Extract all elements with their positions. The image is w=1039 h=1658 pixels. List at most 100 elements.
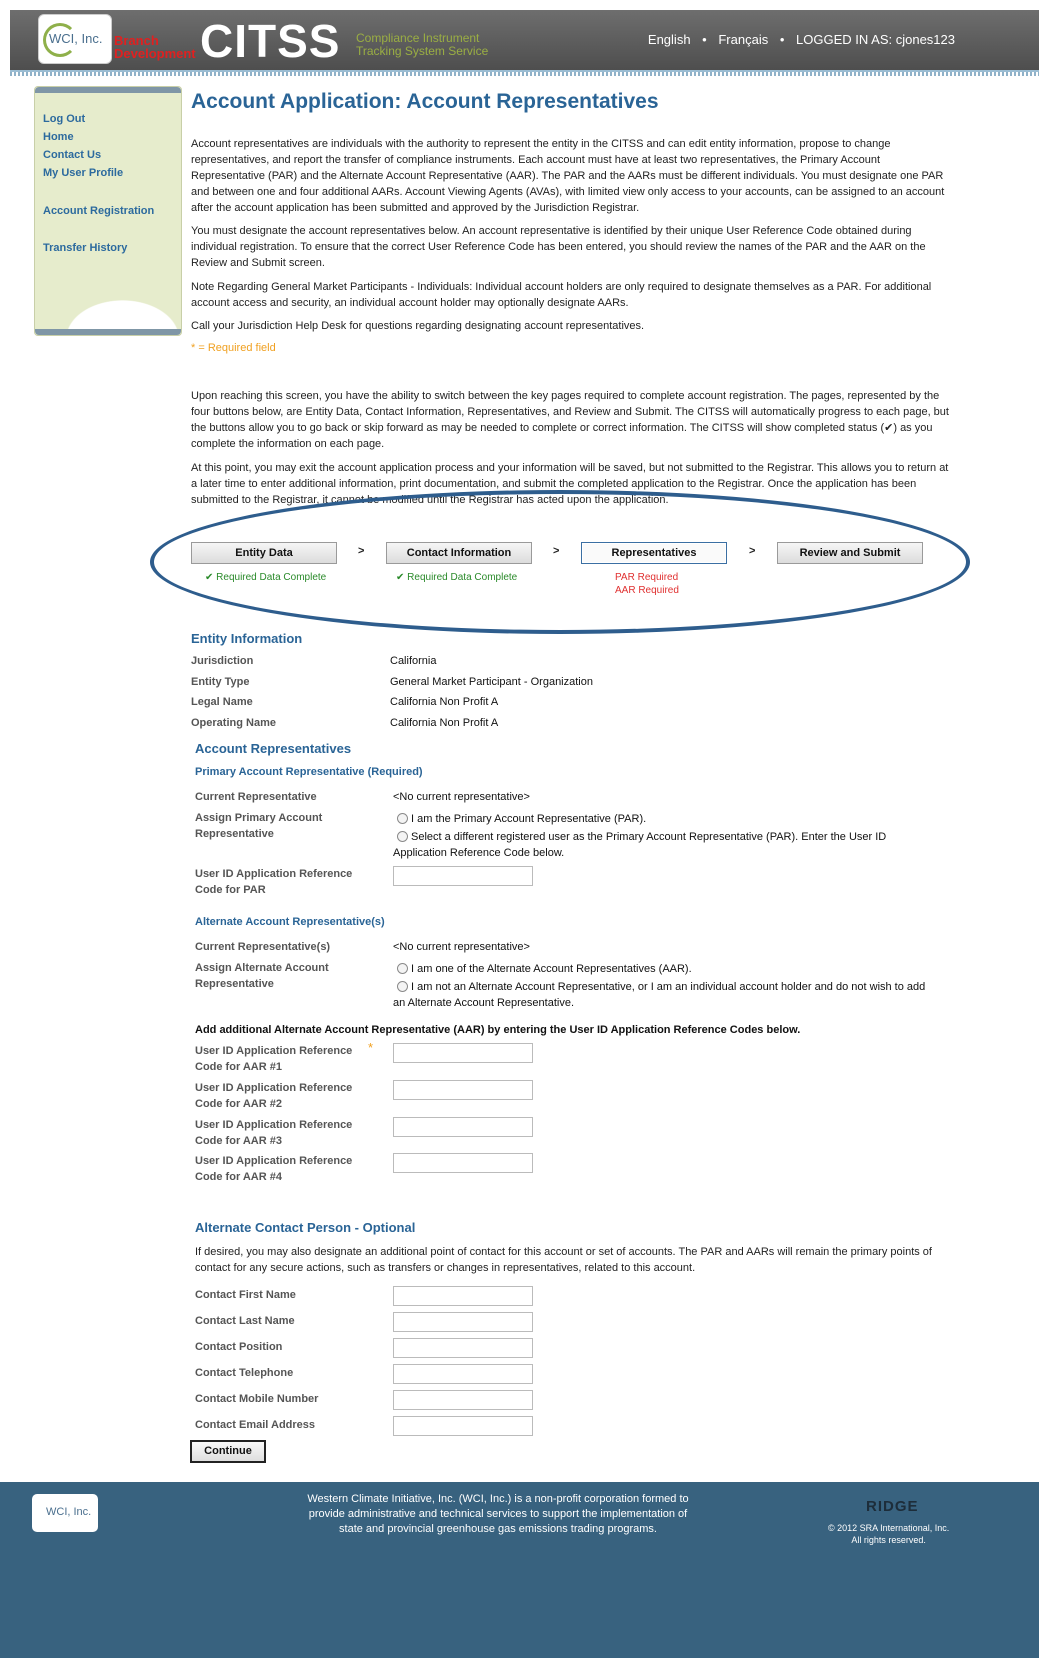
aar2-code-input[interactable] bbox=[393, 1080, 533, 1100]
footer-logo-text: WCI, Inc. bbox=[46, 1506, 92, 1518]
alt-contact-intro: If desired, you may also designate an ad… bbox=[195, 1246, 932, 1274]
step-entity-data-button[interactable]: Entity Data bbox=[191, 542, 337, 564]
intro-paragraph-4: Call your Jurisdiction Help Desk for que… bbox=[191, 320, 645, 332]
aar-current-label: Current Representative(s) bbox=[195, 941, 331, 953]
footer-description: Western Climate Initiative, Inc. (WCI, I… bbox=[307, 1493, 689, 1535]
contact-position-input[interactable] bbox=[393, 1338, 533, 1358]
contact-last-name-input[interactable] bbox=[393, 1312, 533, 1332]
entity-type-value: General Market Participant - Organizatio… bbox=[390, 676, 593, 688]
par-required-status: PAR Required bbox=[615, 572, 679, 583]
app-subtitle: Compliance Instrument Tracking System Se… bbox=[356, 32, 488, 58]
contact-info-status: ✔ Required Data Complete bbox=[396, 572, 518, 583]
sidebar-item-transfer-history[interactable]: Transfer History bbox=[43, 242, 127, 254]
footer: WCI, Inc. Western Climate Initiative, In… bbox=[0, 1482, 1039, 1658]
aar1-code-label: User ID Application Reference Code for A… bbox=[195, 1045, 353, 1073]
aar-self-radio[interactable] bbox=[397, 963, 408, 974]
app-name: CITSS bbox=[200, 15, 341, 67]
branch-label: Branch Development bbox=[114, 33, 196, 61]
sidebar-item-contact-us[interactable]: Contact Us bbox=[43, 149, 101, 161]
par-heading: Primary Account Representative (Required… bbox=[195, 766, 423, 778]
contact-telephone-input[interactable] bbox=[393, 1364, 533, 1384]
contact-position-label: Contact Position bbox=[195, 1341, 283, 1353]
footer-copyright: © 2012 SRA International, Inc. All right… bbox=[828, 1522, 949, 1546]
intro-paragraph-1: Account representatives are individuals … bbox=[191, 138, 945, 214]
intro-paragraph-3: Note Regarding General Market Participan… bbox=[191, 281, 932, 309]
account-reps-heading: Account Representatives bbox=[195, 741, 352, 756]
top-links: English • Français • LOGGED IN AS: cjone… bbox=[644, 32, 959, 47]
aar2-code-label: User ID Application Reference Code for A… bbox=[195, 1082, 353, 1110]
legal-name-label: Legal Name bbox=[191, 696, 253, 708]
step-arrow: > bbox=[749, 545, 756, 557]
copyright-line-2: All rights reserved. bbox=[851, 1535, 926, 1545]
separator-dot: • bbox=[779, 32, 785, 47]
aar-none-option-label: I am not an Alternate Account Representa… bbox=[393, 981, 926, 1009]
aar4-code-label: User ID Application Reference Code for A… bbox=[195, 1155, 353, 1183]
contact-email-input[interactable] bbox=[393, 1416, 533, 1436]
par-current-value: <No current representative> bbox=[393, 791, 530, 803]
app-subtitle-line2: Tracking System Service bbox=[356, 44, 489, 58]
contact-email-label: Contact Email Address bbox=[195, 1419, 316, 1431]
par-self-option-label: I am the Primary Account Representative … bbox=[411, 813, 647, 825]
intro-paragraph-2: You must designate the account represent… bbox=[191, 225, 926, 269]
contact-mobile-input[interactable] bbox=[393, 1390, 533, 1410]
sidebar-item-account-registration[interactable]: Account Registration bbox=[43, 205, 154, 217]
aar3-code-input[interactable] bbox=[393, 1117, 533, 1137]
par-self-radio[interactable] bbox=[397, 813, 408, 824]
sidebar-item-my-user-profile[interactable]: My User Profile bbox=[43, 167, 123, 179]
aar-self-option-label: I am one of the Alternate Account Repres… bbox=[411, 963, 692, 975]
sidebar-wave-decoration bbox=[35, 279, 181, 329]
continue-button[interactable]: Continue bbox=[190, 1440, 266, 1463]
par-other-option-label: Select a different registered user as th… bbox=[393, 831, 887, 859]
sidebar-top-bar bbox=[35, 87, 181, 93]
required-star: * bbox=[368, 1040, 374, 1055]
aar-add-instructions: Add additional Alternate Account Represe… bbox=[195, 1024, 801, 1036]
navigation-paragraph-1: Upon reaching this screen, you have the … bbox=[191, 390, 949, 450]
contact-first-name-label: Contact First Name bbox=[195, 1289, 296, 1301]
separator-dot: • bbox=[702, 32, 707, 47]
operating-name-value: California Non Profit A bbox=[390, 717, 499, 729]
sidebar-item-home[interactable]: Home bbox=[43, 131, 74, 143]
aar1-code-input[interactable] bbox=[393, 1043, 533, 1063]
step-arrow: > bbox=[553, 545, 560, 557]
entity-info-heading: Entity Information bbox=[191, 631, 303, 646]
sidebar: Log Out Home Contact Us My User Profile … bbox=[34, 86, 182, 336]
page-title: Account Application: Account Representat… bbox=[191, 90, 659, 113]
contact-mobile-label: Contact Mobile Number bbox=[195, 1393, 319, 1405]
copyright-line-1: © 2012 SRA International, Inc. bbox=[828, 1523, 950, 1533]
alt-contact-heading: Alternate Contact Person - Optional bbox=[195, 1220, 416, 1235]
aar3-code-label: User ID Application Reference Code for A… bbox=[195, 1119, 353, 1147]
aar-current-value: <No current representative> bbox=[393, 941, 530, 953]
entity-type-label: Entity Type bbox=[191, 676, 250, 688]
contact-telephone-label: Contact Telephone bbox=[195, 1367, 294, 1379]
required-field-note: * = Required field bbox=[191, 342, 276, 354]
step-arrow: > bbox=[358, 545, 365, 557]
aar-heading: Alternate Account Representative(s) bbox=[195, 916, 385, 928]
contact-first-name-input[interactable] bbox=[393, 1286, 533, 1306]
aar4-code-input[interactable] bbox=[393, 1153, 533, 1173]
step-representatives-button[interactable]: Representatives bbox=[581, 542, 727, 564]
lang-english-link[interactable]: English bbox=[648, 32, 691, 47]
contact-last-name-label: Contact Last Name bbox=[195, 1315, 295, 1327]
logo-text: WCI, Inc. bbox=[49, 31, 103, 46]
sidebar-item-logout[interactable]: Log Out bbox=[43, 113, 85, 125]
par-current-label: Current Representative bbox=[195, 791, 317, 803]
step-contact-information-button[interactable]: Contact Information bbox=[386, 542, 532, 564]
header-stripe bbox=[10, 72, 1039, 76]
ridge-logo: RIDGE bbox=[866, 1498, 919, 1515]
footer-wci-logo: WCI, Inc. bbox=[32, 1494, 98, 1532]
par-code-input[interactable] bbox=[393, 866, 533, 886]
par-code-label: User ID Application Reference Code for P… bbox=[195, 868, 353, 896]
legal-name-value: California Non Profit A bbox=[390, 696, 499, 708]
header: WCI, Inc. Branch Development CITSS Compl… bbox=[10, 10, 1039, 76]
par-assign-label: Assign Primary Account Representative bbox=[195, 812, 323, 840]
jurisdiction-value: California bbox=[390, 655, 437, 667]
lang-french-link[interactable]: Français bbox=[718, 32, 768, 47]
step-review-submit-button[interactable]: Review and Submit bbox=[777, 542, 923, 564]
aar-required-status: AAR Required bbox=[615, 585, 679, 596]
operating-name-label: Operating Name bbox=[191, 717, 276, 729]
sidebar-bottom-bar bbox=[35, 329, 181, 335]
wci-logo[interactable]: WCI, Inc. bbox=[38, 14, 112, 64]
entity-data-status: ✔ Required Data Complete bbox=[205, 572, 327, 583]
jurisdiction-label: Jurisdiction bbox=[191, 655, 254, 667]
aar-assign-label: Assign Alternate Account Representative bbox=[195, 962, 329, 990]
